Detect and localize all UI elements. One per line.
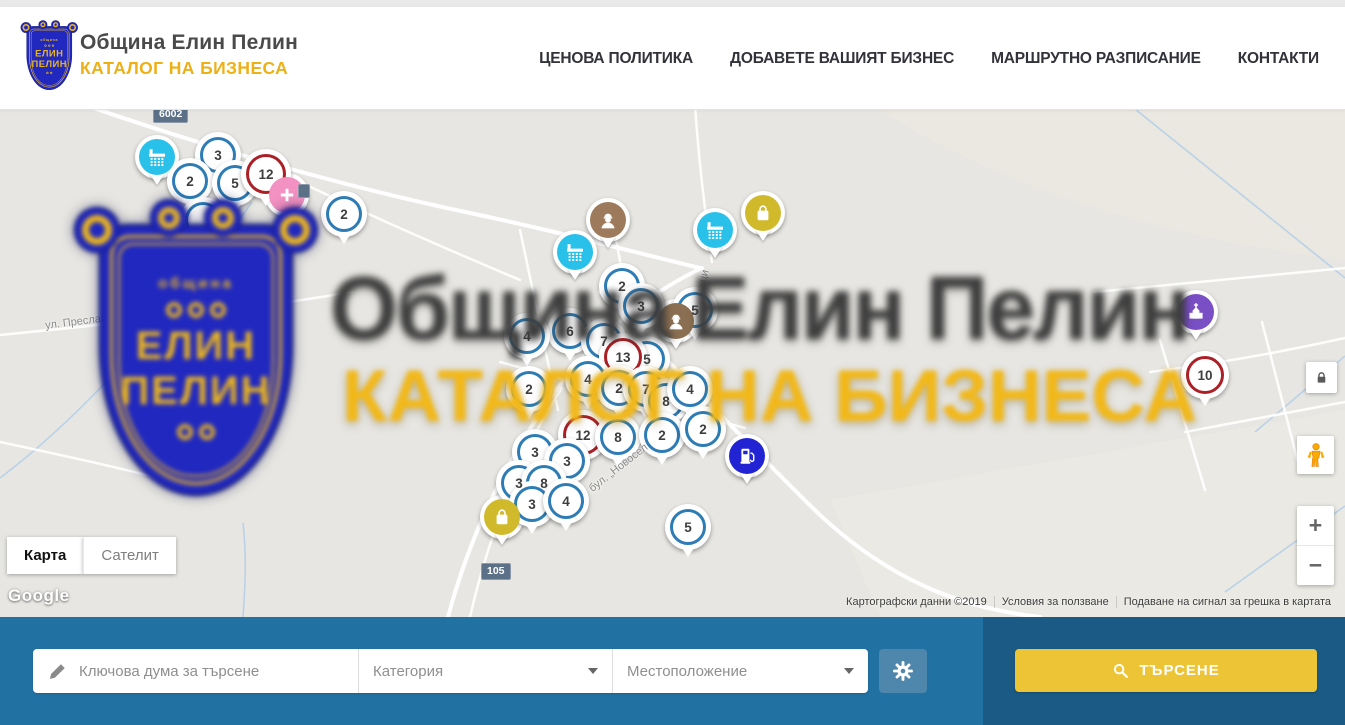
factory-icon (139, 139, 175, 175)
nav-pricing-policy[interactable]: ЦЕНОВА ПОЛИТИКА (539, 50, 693, 68)
search-icon (1112, 662, 1129, 679)
category-placeholder: Категория (373, 663, 443, 680)
street-view-pegman[interactable] (1297, 436, 1334, 474)
map-view-button[interactable]: Карта (7, 537, 83, 574)
zoom-control: + − (1297, 506, 1334, 585)
street-name-label: ци (697, 268, 712, 283)
map-pin-factory[interactable] (693, 208, 737, 252)
category-select[interactable]: Категория (358, 649, 612, 693)
map-cluster-marker[interactable]: 4 (667, 366, 713, 412)
search-button-label: ТЪРСЕНЕ (1139, 662, 1220, 679)
map-cluster-marker[interactable]: 5 (665, 504, 711, 550)
map-cluster-marker[interactable]: 2 (321, 191, 367, 237)
municipality-logo[interactable]: община ЕЛИН ПЕЛИН (22, 24, 76, 94)
terms-link[interactable]: Условия за ползване (994, 596, 1116, 608)
map-pin-factory[interactable] (553, 230, 597, 274)
map-cluster-marker[interactable]: 2 (506, 366, 552, 412)
road-number-badge (298, 184, 310, 198)
satellite-view-button[interactable]: Сателит (83, 537, 176, 574)
worker-icon (658, 303, 694, 339)
search-panel: Категория Местоположение ТЪРСЕНЕ (0, 617, 1345, 725)
factory-icon (697, 212, 733, 248)
map-pin-worker[interactable] (586, 198, 630, 242)
factory-icon (557, 234, 593, 270)
business-catalog-page: община ЕЛИН ПЕЛИН Община Елин Пелин КАТА… (0, 0, 1345, 725)
map-pin-bag[interactable] (741, 191, 785, 235)
site-brand[interactable]: Община Елин Пелин КАТАЛОГ НА БИЗНЕСА (80, 31, 298, 79)
map-cluster-marker[interactable]: 4 (543, 478, 589, 524)
map-attribution: Картографски данни ©2019 Условия за полз… (839, 596, 1338, 608)
road-number-badge: 105 (481, 563, 511, 580)
map-cluster-marker[interactable]: 2 (680, 406, 726, 452)
crest-emblem: община ЕЛИН ПЕЛИН (22, 24, 77, 93)
crest-ornament (46, 72, 52, 74)
crest-shield: община ЕЛИН ПЕЛИН (27, 27, 71, 90)
advanced-search-button[interactable] (879, 649, 927, 693)
bag-icon (745, 195, 781, 231)
gear-icon (892, 660, 914, 682)
search-bar: Категория Местоположение (33, 649, 868, 693)
road-number-badge: 6002 (153, 110, 188, 123)
site-subtitle: КАТАЛОГ НА БИЗНЕСА (80, 58, 298, 79)
pencil-icon (48, 662, 67, 681)
street-name-label: ул. Преслав (44, 312, 107, 331)
map-pin-church[interactable] (1174, 290, 1218, 334)
main-nav: ЦЕНОВА ПОЛИТИКА ДОБАВЕТЕ ВАШИЯТ БИЗНЕС М… (539, 7, 1319, 110)
location-select[interactable]: Местоположение (612, 649, 868, 693)
keyword-input[interactable] (79, 663, 358, 680)
crest-name-line2: ПЕЛИН (31, 59, 67, 70)
marker-layer: цибул. „Новоселул. Преслав10560023251222… (0, 110, 1345, 617)
map-pin-fuel[interactable] (725, 434, 769, 478)
bag-icon (484, 499, 520, 535)
crest-ornament (44, 44, 54, 46)
google-map[interactable]: цибул. „Новоселул. Преслав10560023251222… (0, 110, 1345, 617)
zoom-out-button[interactable]: − (1297, 546, 1334, 585)
google-logo[interactable]: Google (8, 586, 70, 606)
nav-contacts[interactable]: КОНТАКТИ (1238, 50, 1319, 68)
map-cluster-marker[interactable] (180, 197, 226, 243)
chevron-down-icon (588, 668, 598, 674)
zoom-in-button[interactable]: + (1297, 506, 1334, 546)
nav-route-schedule[interactable]: МАРШРУТНО РАЗПИСАНИЕ (991, 50, 1201, 68)
church-icon (1178, 294, 1214, 330)
location-placeholder: Местоположение (627, 663, 747, 680)
report-error-link[interactable]: Подаване на сигнал за грешка в картата (1116, 596, 1338, 608)
crest-curl (69, 24, 76, 31)
header: община ЕЛИН ПЕЛИН Община Елин Пелин КАТА… (0, 7, 1345, 110)
map-cluster-marker[interactable]: 4 (504, 313, 550, 359)
attribution-copyright: Картографски данни ©2019 (839, 596, 994, 608)
map-cluster-marker[interactable]: 10 (1181, 351, 1229, 399)
chevron-down-icon (844, 668, 854, 674)
pegman-icon (1305, 442, 1327, 468)
site-title: Община Елин Пелин (80, 31, 298, 55)
lock-control[interactable] (1306, 362, 1337, 393)
crest-org-text: община (40, 38, 58, 42)
crest-curl (22, 24, 29, 31)
crest-curl (53, 22, 58, 27)
crest-curl (40, 22, 45, 27)
map-type-control: Карта Сателит (7, 537, 176, 574)
worker-icon (590, 202, 626, 238)
lock-icon (1314, 370, 1329, 385)
crest-name-line1: ЕЛИН (35, 48, 63, 59)
fuel-icon (729, 438, 765, 474)
search-button[interactable]: ТЪРСЕНЕ (1015, 649, 1317, 692)
keyword-field (33, 649, 358, 693)
nav-add-business[interactable]: ДОБАВЕТЕ ВАШИЯТ БИЗНЕС (730, 50, 954, 68)
